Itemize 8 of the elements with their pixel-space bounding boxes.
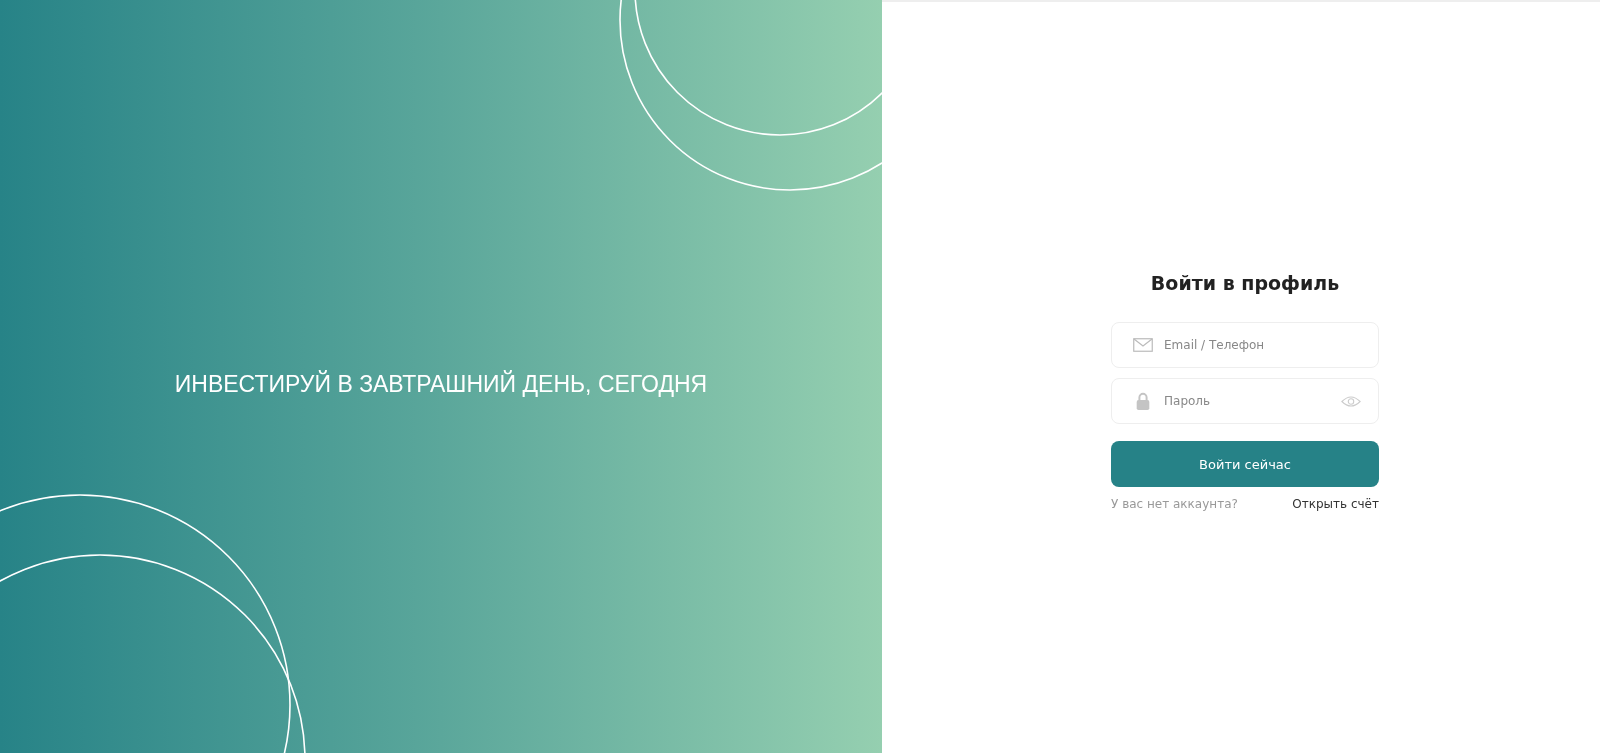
eye-icon[interactable]: [1341, 395, 1361, 408]
login-title: Войти в профиль: [1149, 272, 1341, 294]
signup-link[interactable]: Открыть счёт: [1292, 497, 1379, 511]
login-button[interactable]: Войти сейчас: [1111, 441, 1379, 487]
hero-slogan: ИНВЕСТИРУЙ В ЗАВТРАШНИЙ ДЕНЬ, СЕГОДНЯ: [174, 371, 708, 398]
input-field[interactable]: Email / Телефон: [1111, 322, 1379, 368]
signup-prompt: У вас нет аккаунта?: [1111, 497, 1238, 511]
input-field[interactable]: Пароль: [1111, 378, 1379, 424]
